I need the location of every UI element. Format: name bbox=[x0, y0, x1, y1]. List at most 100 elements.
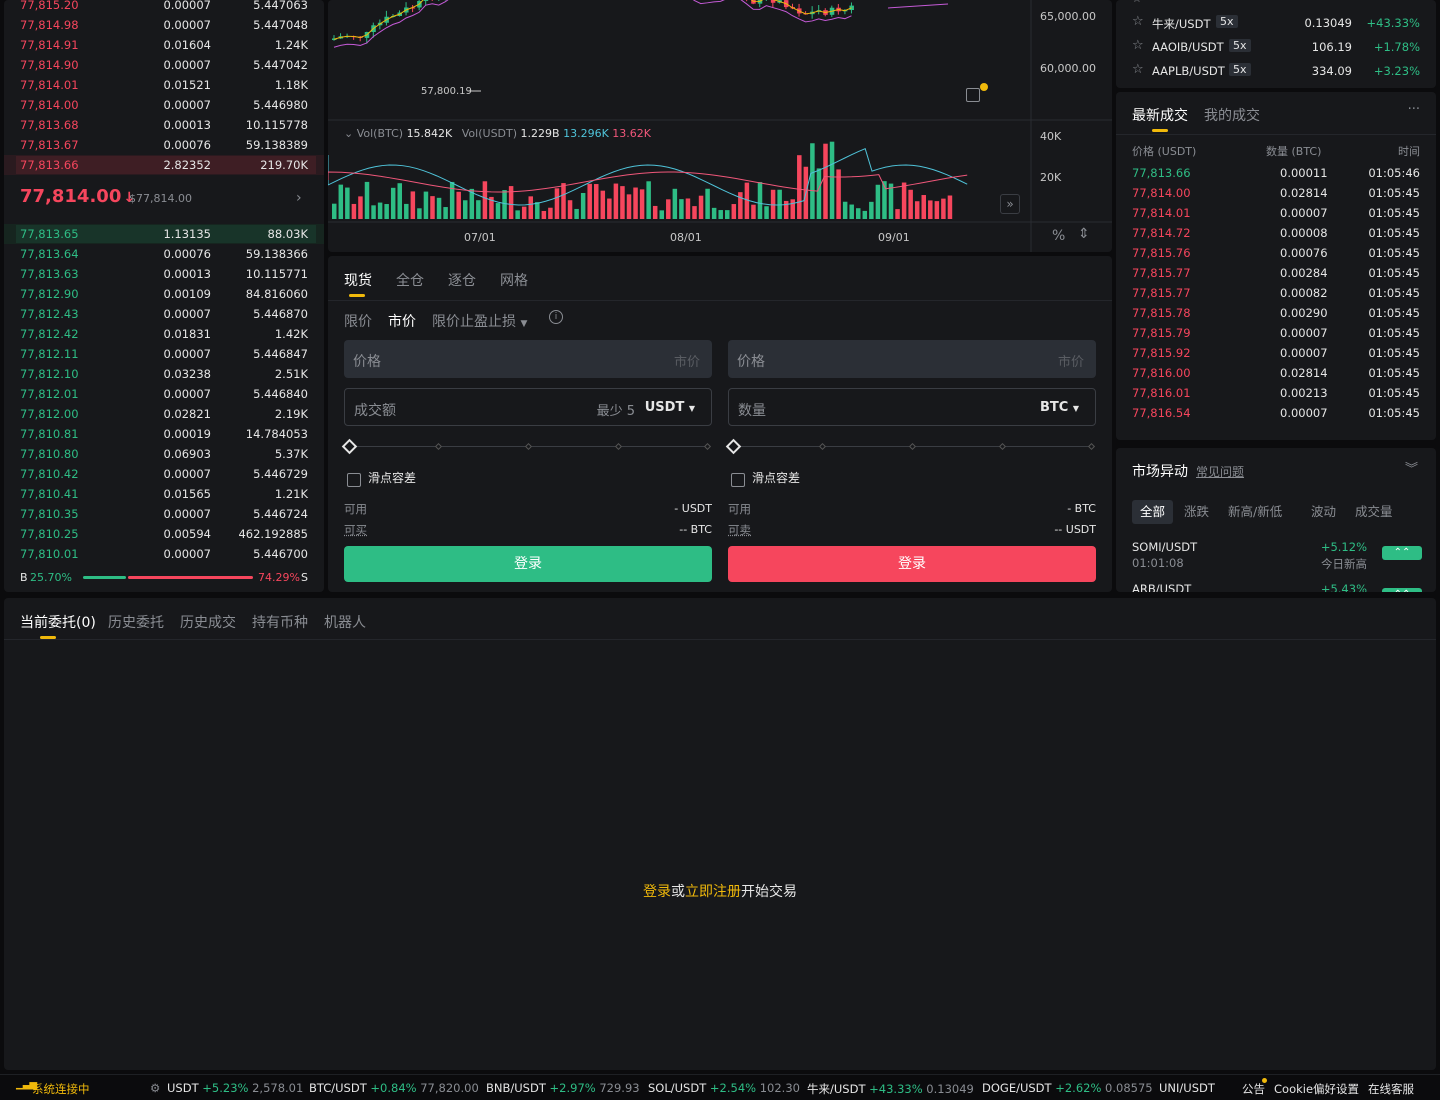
ask-row[interactable]: 77,814.01 0.01521 1.18K bbox=[4, 75, 324, 95]
ask-row[interactable]: 77,815.20 0.00007 5.447063 bbox=[4, 0, 324, 15]
orders-tab[interactable]: 历史委托 bbox=[108, 612, 164, 632]
ask-row[interactable]: 77,813.66 2.82352 219.70K bbox=[4, 155, 324, 175]
mover-filter[interactable]: 波动 bbox=[1303, 500, 1344, 524]
ask-row[interactable]: 77,814.91 0.01604 1.24K bbox=[4, 35, 324, 55]
mover-filter[interactable]: 全部 bbox=[1132, 500, 1174, 524]
more-icon[interactable]: ··· bbox=[1408, 102, 1420, 117]
sell-unit-select[interactable]: BTC ▼ bbox=[1040, 400, 1079, 415]
settings-icon[interactable]: ⚙ bbox=[150, 1081, 160, 1095]
buy-amount-slider[interactable] bbox=[341, 438, 712, 455]
bid-row[interactable]: 77,813.64 0.00076 59.138366 bbox=[4, 244, 324, 264]
auto-scale-icon[interactable]: ⇕ bbox=[1078, 226, 1090, 242]
tab-grid[interactable]: 网格 bbox=[500, 270, 528, 290]
indicator-icon[interactable] bbox=[966, 88, 980, 102]
sell-amount-slider[interactable] bbox=[725, 438, 1096, 455]
bid-row[interactable]: 77,812.01 0.00007 5.446840 bbox=[4, 384, 324, 404]
recent-trades: 最新成交 我的成交 ··· 价格 (USDT) 数量 (BTC) 时间 77,8… bbox=[1116, 92, 1436, 440]
ticker-item[interactable]: BTC/USDT +0.84% 77,820.00 bbox=[309, 1081, 479, 1095]
bid-row[interactable]: 77,812.42 0.01831 1.42K bbox=[4, 324, 324, 344]
bid-row[interactable]: 77,812.00 0.02821 2.19K bbox=[4, 404, 324, 424]
empty-state: 登录或立即注册开始交易 bbox=[643, 884, 797, 900]
star-icon[interactable]: ☆ bbox=[1132, 38, 1144, 53]
mover-filter[interactable]: 涨跌 bbox=[1176, 500, 1217, 524]
order-type-limit[interactable]: 限价 bbox=[344, 311, 372, 331]
slider-handle[interactable] bbox=[725, 438, 742, 455]
watch-row[interactable]: ☆ AAPLB/USDT 5x 334.09 +3.23% bbox=[1116, 62, 1436, 80]
ticker-item[interactable]: USDT +5.23% 2,578.01 bbox=[167, 1081, 303, 1095]
scroll-to-latest-icon[interactable]: » bbox=[1000, 194, 1020, 214]
support-link[interactable]: 在线客服 bbox=[1368, 1081, 1414, 1097]
bid-row[interactable]: 77,810.25 0.00594 462.192885 bbox=[4, 524, 324, 544]
ticker-item[interactable]: BNB/USDT +2.97% 729.93 bbox=[486, 1081, 640, 1095]
mover-row[interactable]: ARB/USDT +5.43% ⌃⌃ bbox=[1116, 580, 1436, 592]
sell-slippage-checkbox[interactable] bbox=[731, 473, 745, 487]
info-icon[interactable]: i bbox=[549, 310, 563, 324]
ticker-item[interactable]: UNI/USDT bbox=[1159, 1081, 1215, 1095]
kline-chart[interactable]: 65,000.00 60,000.00 57,800.19 ⌄ Vol(BTC)… bbox=[328, 0, 1112, 252]
bid-row[interactable]: 77,813.63 0.00013 10.115771 bbox=[4, 264, 324, 284]
percent-scale-icon[interactable]: % bbox=[1052, 228, 1065, 244]
slider-handle[interactable] bbox=[341, 438, 358, 455]
bid-row[interactable]: 77,810.80 0.06903 5.37K bbox=[4, 444, 324, 464]
ask-row[interactable]: 77,814.98 0.00007 5.447048 bbox=[4, 15, 324, 35]
bid-row[interactable]: 77,812.11 0.00007 5.446847 bbox=[4, 344, 324, 364]
buy-price-input[interactable]: 价格 市价 bbox=[344, 340, 712, 378]
tab-spot[interactable]: 现货 bbox=[344, 270, 372, 290]
announcement-link[interactable]: 公告 bbox=[1242, 1081, 1265, 1097]
ask-row[interactable]: 77,813.68 0.00013 10.115778 bbox=[4, 115, 324, 135]
mover-filter[interactable]: 成交量 bbox=[1347, 500, 1401, 524]
ask-row[interactable]: 77,814.90 0.00007 5.447042 bbox=[4, 55, 324, 75]
chevron-down-icon[interactable]: ⌄ bbox=[344, 127, 353, 140]
sell-amount-input[interactable]: 数量 BTC ▼ bbox=[728, 388, 1096, 426]
cookie-settings-link[interactable]: Cookie偏好设置 bbox=[1274, 1081, 1359, 1097]
ticker-item[interactable]: 牛来/USDT +43.33% 0.13049 bbox=[807, 1081, 974, 1097]
buy-amount-input[interactable]: 成交额 最少 5 USDT ▼ bbox=[344, 388, 712, 426]
faq-link[interactable]: 常见问题 bbox=[1196, 463, 1244, 480]
orders-tab[interactable]: 机器人 bbox=[324, 612, 366, 632]
order-total: 10.115771 bbox=[245, 267, 308, 281]
tab-cross[interactable]: 全仓 bbox=[396, 270, 424, 290]
order-book: 77,815.20 0.00007 5.447063 77,814.98 0.00007… bbox=[4, 0, 324, 592]
tab-latest-trades[interactable]: 最新成交 bbox=[1132, 105, 1188, 125]
orders-tab[interactable]: 历史成交 bbox=[180, 612, 236, 632]
order-type-stop-limit[interactable]: 限价止盈止损 ▼ bbox=[432, 311, 527, 331]
bid-row[interactable]: 77,813.65 1.13135 88.03K bbox=[4, 224, 324, 244]
chevron-right-icon[interactable]: › bbox=[296, 190, 302, 206]
watch-row[interactable]: ☆ AAOIB/USDT 5x 106.19 +1.78% bbox=[1116, 38, 1436, 56]
volume-bar bbox=[410, 191, 416, 219]
buy-login-button[interactable]: 登录 bbox=[344, 546, 712, 582]
tab-isolated[interactable]: 逐仓 bbox=[448, 270, 476, 290]
bid-row[interactable]: 77,810.42 0.00007 5.446729 bbox=[4, 464, 324, 484]
orders-tab[interactable]: 持有币种 bbox=[252, 612, 308, 632]
mover-row[interactable]: SOMI/USDT 01:01:08 +5.12% 今日新高 ⌃⌃ bbox=[1116, 538, 1436, 578]
bid-row[interactable]: 77,812.43 0.00007 5.446870 bbox=[4, 304, 324, 324]
mover-filter[interactable]: 新高/新低 bbox=[1220, 500, 1290, 524]
ticker-item[interactable]: SOL/USDT +2.54% 102.30 bbox=[648, 1081, 800, 1095]
bid-row[interactable]: 77,812.10 0.03238 2.51K bbox=[4, 364, 324, 384]
volume-bar bbox=[404, 203, 409, 219]
ask-row[interactable]: 77,814.00 0.00007 5.446980 bbox=[4, 95, 324, 115]
sell-login-button[interactable]: 登录 bbox=[728, 546, 1096, 582]
bid-row[interactable]: 77,810.35 0.00007 5.446724 bbox=[4, 504, 324, 524]
watch-row[interactable]: ☆ 牛来/USDT 5x 0.13049 +43.33% bbox=[1116, 14, 1436, 32]
bid-row[interactable]: 77,810.81 0.00019 14.784053 bbox=[4, 424, 324, 444]
orders-tab[interactable]: 当前委托(0) bbox=[20, 612, 96, 632]
sell-price-input[interactable]: 价格 市价 bbox=[728, 340, 1096, 378]
divider bbox=[1116, 134, 1436, 135]
ticker-item[interactable]: DOGE/USDT +2.62% 0.08575 bbox=[982, 1081, 1153, 1095]
register-link[interactable]: 立即注册 bbox=[685, 884, 741, 900]
ask-row[interactable]: 77,813.67 0.00076 59.138389 bbox=[4, 135, 324, 155]
star-icon[interactable]: ☆ bbox=[1132, 14, 1144, 29]
order-total: 1.24K bbox=[274, 38, 308, 52]
bid-row[interactable]: 77,810.41 0.01565 1.21K bbox=[4, 484, 324, 504]
buy-slippage-checkbox[interactable] bbox=[347, 473, 361, 487]
bid-row[interactable]: 77,810.01 0.00007 5.446700 bbox=[4, 544, 324, 564]
buy-unit-select[interactable]: USDT ▼ bbox=[645, 400, 695, 415]
login-link[interactable]: 登录 bbox=[643, 884, 671, 900]
collapse-icon[interactable]: ︾ bbox=[1405, 458, 1418, 477]
volume-bar bbox=[390, 187, 396, 219]
star-icon[interactable]: ☆ bbox=[1132, 62, 1144, 77]
tab-my-trades[interactable]: 我的成交 bbox=[1204, 105, 1260, 125]
bid-row[interactable]: 77,812.90 0.00109 84.816060 bbox=[4, 284, 324, 304]
order-type-market[interactable]: 市价 bbox=[388, 311, 416, 331]
